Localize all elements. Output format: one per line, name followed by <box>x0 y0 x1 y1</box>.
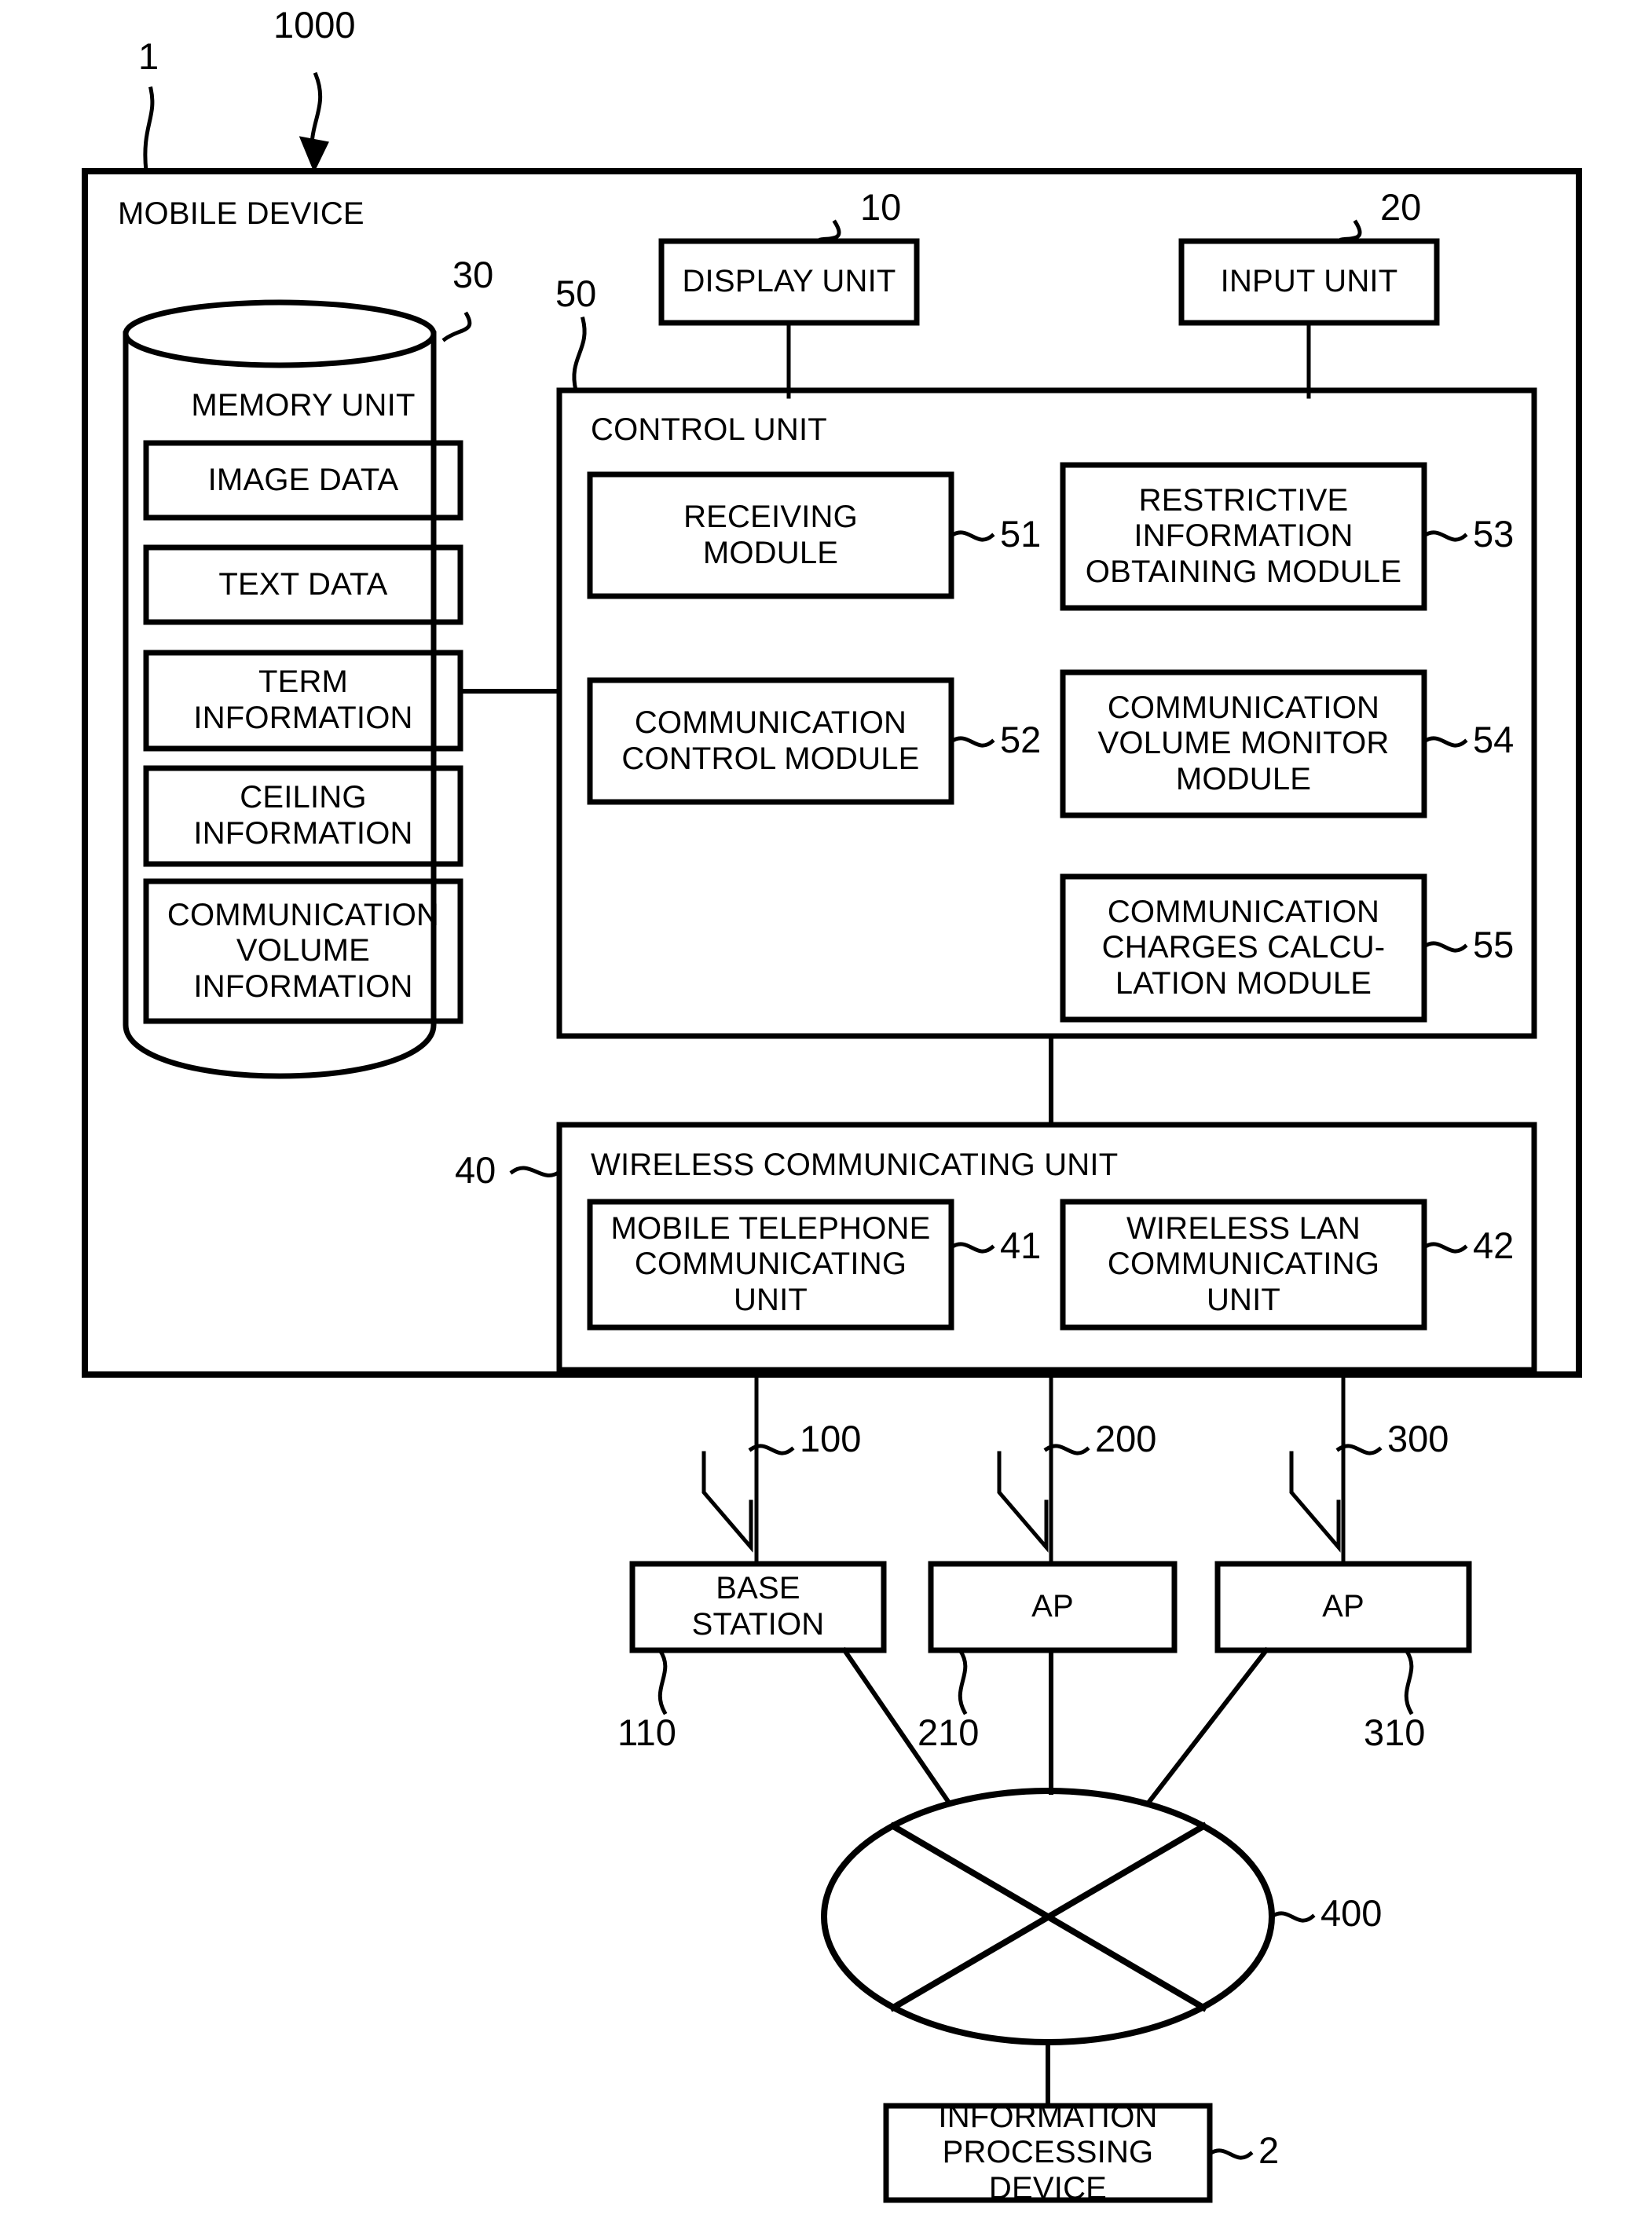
module-box-55 <box>1060 873 1427 1023</box>
lead-50 <box>572 316 587 394</box>
ref-40: 40 <box>455 1149 496 1191</box>
ref-110: 110 <box>617 1712 676 1753</box>
lead-10 <box>819 219 841 242</box>
lead-20 <box>1339 219 1362 242</box>
module-box-42 <box>1060 1199 1427 1331</box>
ref-54: 54 <box>1473 719 1515 760</box>
memory-item-box-3 <box>143 765 463 867</box>
lead-55 <box>1421 941 1468 953</box>
ref-100: 100 <box>800 1418 862 1459</box>
lead-51 <box>948 530 995 542</box>
patent-figure: 1 1000 10 20 30 50 40 51 53 52 54 55 41 … <box>0 0 1652 2215</box>
ref-210: 210 <box>918 1712 980 1753</box>
module-box-51 <box>587 471 954 599</box>
lead-52 <box>948 736 995 748</box>
input-unit-box <box>1178 238 1440 326</box>
memory-item-box-2 <box>143 650 463 752</box>
memory-item-box-4 <box>143 878 463 1024</box>
station-box-2 <box>1214 1561 1472 1653</box>
ref-400: 400 <box>1321 1892 1383 1934</box>
ref-53: 53 <box>1473 513 1515 555</box>
lead-400 <box>1269 1911 1316 1923</box>
display-unit-box <box>658 238 920 326</box>
ref-10: 10 <box>860 186 902 228</box>
ref-50: 50 <box>555 273 597 314</box>
ref-300: 300 <box>1387 1418 1449 1459</box>
station-box-0 <box>629 1561 887 1653</box>
lead-53 <box>1421 530 1468 542</box>
lead-54 <box>1421 736 1468 748</box>
lead-2 <box>1207 2148 1254 2160</box>
server-box <box>883 2103 1213 2203</box>
mobile-device-outline <box>82 168 1582 1378</box>
module-box-54 <box>1060 669 1427 818</box>
lead-30 <box>441 311 472 342</box>
memory-item-box-1 <box>143 544 463 625</box>
lead-42 <box>1421 1242 1468 1254</box>
ref-30: 30 <box>452 254 494 295</box>
lead-210 <box>957 1647 968 1715</box>
ref-42: 42 <box>1473 1225 1515 1266</box>
wireless-unit-box <box>556 1122 1537 1373</box>
ref-1000: 1000 <box>273 4 356 46</box>
ref-2: 2 <box>1258 2129 1280 2171</box>
module-box-53 <box>1060 462 1427 611</box>
lead-40 <box>509 1166 562 1177</box>
link-zigzag-200 <box>997 1451 1049 1553</box>
station-box-1 <box>928 1561 1178 1653</box>
control-unit-box <box>556 387 1537 1039</box>
module-box-41 <box>587 1199 954 1331</box>
ref-41: 41 <box>1000 1225 1042 1266</box>
memory-item-box-0 <box>143 440 463 521</box>
diagram-lines <box>82 71 1582 2203</box>
station-2-network-line <box>1145 1646 1270 1807</box>
ref-51: 51 <box>1000 513 1042 555</box>
ref-20: 20 <box>1380 186 1422 228</box>
link-zigzag-100 <box>701 1451 753 1553</box>
lead-310 <box>1403 1647 1414 1715</box>
arrowhead-1000 <box>299 136 329 173</box>
memory-unit-cylinder-top <box>123 299 437 368</box>
ref-55: 55 <box>1473 924 1515 965</box>
ref-200: 200 <box>1095 1418 1157 1459</box>
ref-52: 52 <box>1000 719 1042 760</box>
link-zigzag-300 <box>1289 1451 1341 1553</box>
lead-110 <box>657 1647 668 1715</box>
lead-1 <box>143 86 155 174</box>
lead-41 <box>948 1242 995 1254</box>
ref-310: 310 <box>1364 1712 1426 1753</box>
module-box-52 <box>587 677 954 805</box>
ref-1: 1 <box>138 35 159 77</box>
